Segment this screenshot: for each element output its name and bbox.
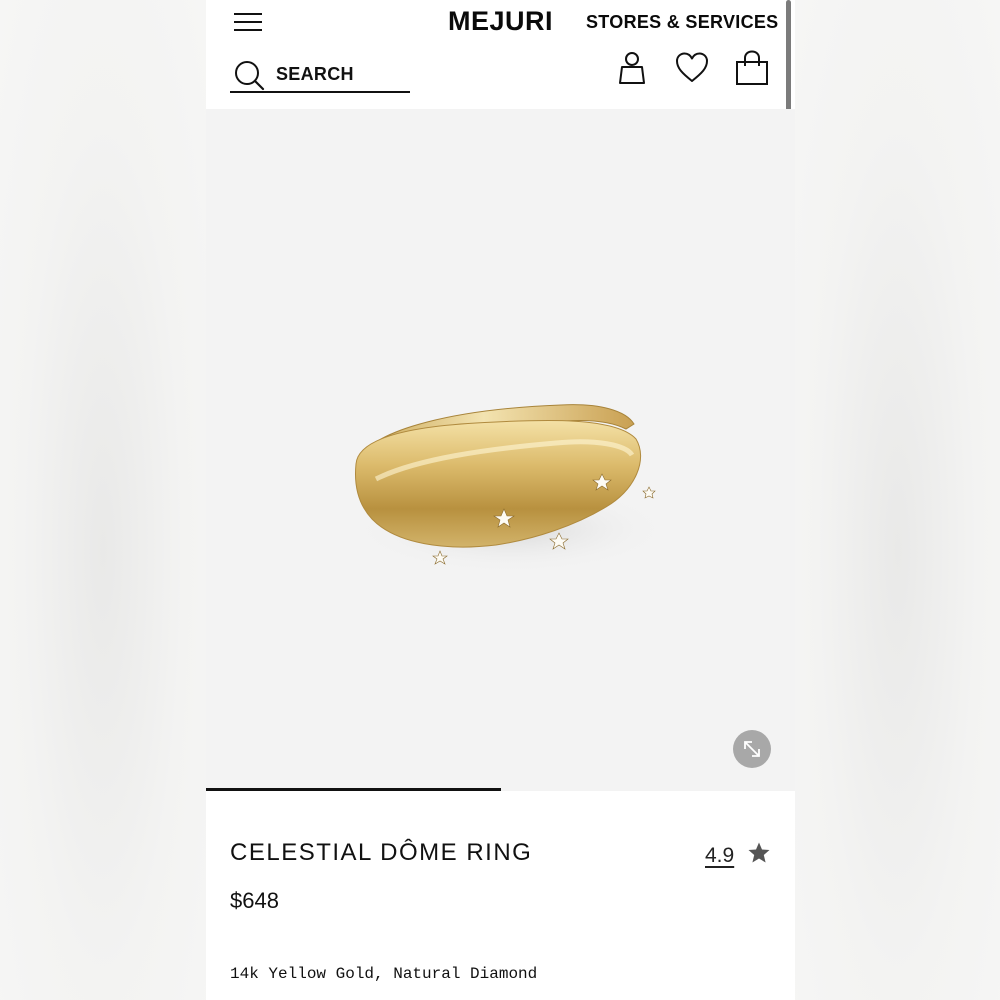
search-bar[interactable] (230, 56, 410, 93)
shopping-bag-icon[interactable] (734, 50, 770, 86)
menu-icon-bar (234, 29, 262, 31)
menu-button[interactable] (232, 10, 264, 34)
product-title: CELESTIAL DÔME RING (230, 839, 533, 866)
heart-icon[interactable] (674, 50, 710, 86)
account-icon[interactable] (614, 50, 650, 86)
stores-services-link[interactable]: STORES & SERVICES (586, 12, 779, 33)
expand-icon (744, 741, 760, 757)
star-icon (748, 842, 770, 863)
phone-screen: MEJURI STORES & SERVICES SEARCH CELESTIA… (206, 0, 795, 1000)
rating-value-link[interactable]: 4.9 (705, 844, 734, 868)
background-blur-right (795, 0, 1000, 1000)
menu-icon (234, 13, 262, 15)
background-blur-left (0, 0, 206, 1000)
product-materials: 14k Yellow Gold, Natural Diamond (230, 965, 538, 983)
brand-logo[interactable]: MEJURI (448, 6, 553, 37)
expand-image-button[interactable] (733, 730, 771, 768)
product-price: $648 (230, 888, 279, 913)
search-icon[interactable] (232, 58, 266, 92)
menu-icon-bar (234, 21, 262, 23)
search-input[interactable] (276, 62, 406, 86)
product-image-gallery[interactable] (206, 109, 795, 791)
product-info: CELESTIAL DÔME RING 4.9 $648 14k Yellow … (206, 791, 795, 1000)
site-header: MEJURI STORES & SERVICES (206, 0, 795, 109)
product-image-ring (351, 404, 666, 574)
